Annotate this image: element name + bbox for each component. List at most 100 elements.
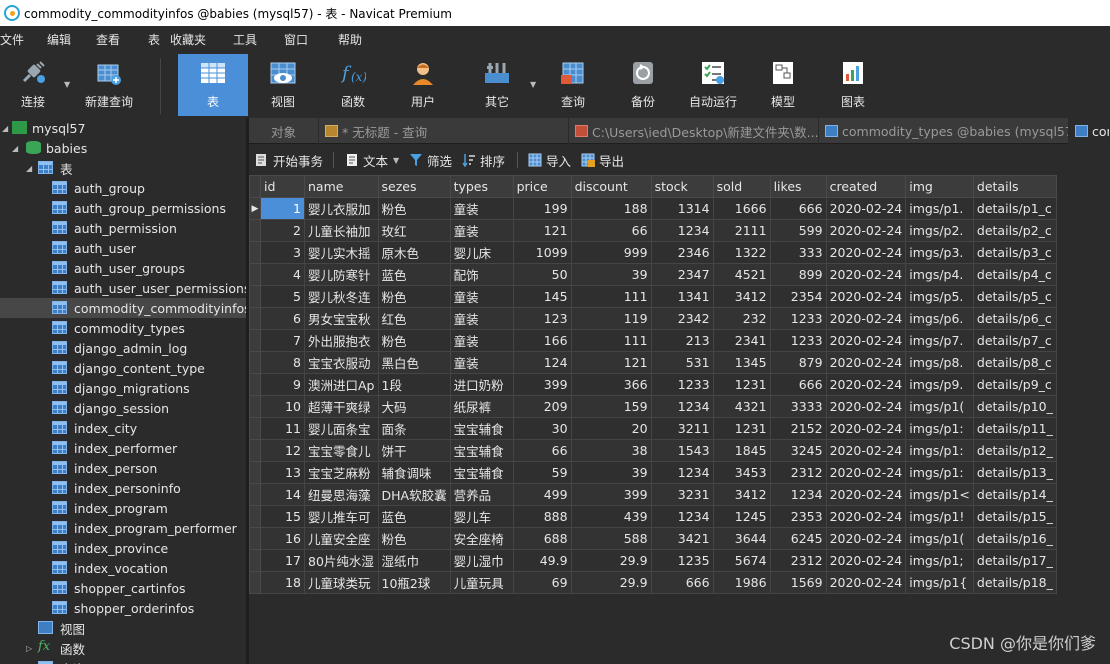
- table-row[interactable]: 8 宝宝衣服动 黑白色 童装 124 121 531 1345 879 2020-02-24 img…: [249, 351, 1057, 374]
- table-cell-id[interactable]: 17: [260, 549, 305, 572]
- table-cell-likes[interactable]: 879: [769, 351, 827, 374]
- table-cell-price[interactable]: 121: [512, 219, 572, 242]
- connect-dropdown-icon[interactable]: ▼: [64, 80, 70, 89]
- table-cell-sezes[interactable]: 蓝色: [377, 505, 451, 528]
- collapse-icon[interactable]: ◢: [2, 124, 8, 133]
- table-cell-likes[interactable]: 899: [769, 263, 827, 286]
- row-selector[interactable]: [249, 307, 261, 330]
- table-cell-created[interactable]: 2020-02-24: [825, 351, 907, 374]
- table-cell-discount[interactable]: 29.9: [570, 549, 652, 572]
- table-row[interactable]: 6 男女宝宝秋 红色 童装 123 119 2342 232 1233 2020-02-24 img…: [249, 307, 1057, 330]
- table-cell-likes[interactable]: 333: [769, 241, 827, 264]
- tree-table-item[interactable]: index_province: [0, 538, 246, 558]
- table-cell-price[interactable]: 199: [512, 197, 572, 220]
- tree-tables-group[interactable]: ◢ 表: [0, 158, 246, 178]
- table-cell-likes[interactable]: 1233: [769, 329, 827, 352]
- row-selector[interactable]: [249, 329, 261, 352]
- table-cell-img[interactable]: imgs/p1;: [905, 549, 974, 572]
- table-cell-discount[interactable]: 29.9: [570, 571, 652, 594]
- table-cell-img[interactable]: imgs/p1<: [905, 483, 974, 506]
- table-cell-sold[interactable]: 3453: [712, 461, 771, 484]
- table-cell-sold[interactable]: 1245: [712, 505, 771, 528]
- table-cell-created[interactable]: 2020-02-24: [825, 263, 907, 286]
- table-cell-sezes[interactable]: 1段: [377, 373, 451, 396]
- table-cell-stock[interactable]: 3211: [650, 417, 714, 440]
- others-dropdown-icon[interactable]: ▼: [530, 80, 536, 89]
- tree-table-item[interactable]: index_city: [0, 418, 246, 438]
- tab-objects[interactable]: 对象: [249, 118, 319, 144]
- table-cell-discount[interactable]: 366: [570, 373, 652, 396]
- table-cell-sold[interactable]: 4521: [712, 263, 771, 286]
- table-cell-id[interactable]: 14: [260, 483, 305, 506]
- table-cell-sezes[interactable]: 湿纸巾: [377, 549, 451, 572]
- table-cell-name[interactable]: 男女宝宝秋: [304, 307, 379, 330]
- tree-table-item[interactable]: auth_permission: [0, 218, 246, 238]
- table-cell-id[interactable]: 7: [260, 329, 305, 352]
- table-cell-id[interactable]: 10: [260, 395, 305, 418]
- table-cell-id[interactable]: 11: [260, 417, 305, 440]
- table-cell-sezes[interactable]: 面条: [377, 417, 451, 440]
- model-button[interactable]: 模型: [750, 54, 816, 116]
- tab-commodity-types[interactable]: commodity_types @babies (mysql57...: [819, 118, 1069, 144]
- table-cell-price[interactable]: 69: [512, 571, 572, 594]
- table-cell-name[interactable]: 宝宝零食儿: [304, 439, 379, 462]
- table-cell-types[interactable]: 童装: [449, 285, 514, 308]
- table-cell-sold[interactable]: 1845: [712, 439, 771, 462]
- tree-table-item[interactable]: shopper_orderinfos: [0, 598, 246, 618]
- table-cell-likes[interactable]: 1233: [769, 307, 827, 330]
- table-row[interactable]: 11 婴儿面条宝 面条 宝宝辅食 30 20 3211 1231 2152 2020-02-24 i…: [249, 417, 1057, 440]
- column-header[interactable]: name: [304, 175, 379, 198]
- table-row[interactable]: 17 80片纯水湿 湿纸巾 婴儿湿巾 49.9 29.9 1235 5674 2312 2020-…: [249, 549, 1057, 572]
- row-selector[interactable]: [249, 483, 261, 506]
- table-cell-details[interactable]: details/p6_c: [972, 307, 1057, 330]
- table-cell-price[interactable]: 166: [512, 329, 572, 352]
- table-row[interactable]: 9 澳洲进口Ap 1段 进口奶粉 399 366 1233 1231 666 2020-02-24…: [249, 373, 1057, 396]
- table-cell-discount[interactable]: 999: [570, 241, 652, 264]
- table-cell-discount[interactable]: 39: [570, 263, 652, 286]
- table-cell-img[interactable]: imgs/p1.: [905, 197, 974, 220]
- table-cell-details[interactable]: details/p2_c: [972, 219, 1057, 242]
- table-cell-sezes[interactable]: 饼干: [377, 439, 451, 462]
- column-header[interactable]: details: [972, 175, 1057, 198]
- table-cell-types[interactable]: 童装: [449, 307, 514, 330]
- table-cell-sold[interactable]: 1231: [712, 373, 771, 396]
- table-cell-types[interactable]: 宝宝辅食: [449, 417, 514, 440]
- table-cell-details[interactable]: details/p3_c: [972, 241, 1057, 264]
- table-cell-stock[interactable]: 1234: [650, 219, 714, 242]
- table-cell-stock[interactable]: 3421: [650, 527, 714, 550]
- row-selector[interactable]: [249, 549, 261, 572]
- table-cell-price[interactable]: 123: [512, 307, 572, 330]
- table-cell-details[interactable]: details/p16_: [972, 527, 1057, 550]
- table-cell-price[interactable]: 145: [512, 285, 572, 308]
- table-row[interactable]: 18 儿童球类玩 10瓶2球 儿童玩具 69 29.9 666 1986 1569 2020-02…: [249, 571, 1057, 594]
- table-cell-id[interactable]: 1: [260, 197, 305, 220]
- table-cell-img[interactable]: imgs/p5.: [905, 285, 974, 308]
- table-cell-discount[interactable]: 111: [570, 329, 652, 352]
- functions-button[interactable]: f (x) 函数: [320, 54, 386, 116]
- chevron-down-icon[interactable]: ▼: [393, 156, 399, 165]
- table-cell-name[interactable]: 宝宝衣服动: [304, 351, 379, 374]
- table-cell-stock[interactable]: 1234: [650, 505, 714, 528]
- table-cell-discount[interactable]: 119: [570, 307, 652, 330]
- table-cell-types[interactable]: 进口奶粉: [449, 373, 514, 396]
- table-cell-name[interactable]: 宝宝芝麻粉: [304, 461, 379, 484]
- row-selector[interactable]: [249, 351, 261, 374]
- table-cell-stock[interactable]: 666: [650, 571, 714, 594]
- table-cell-stock[interactable]: 531: [650, 351, 714, 374]
- tree-connection-mysql57[interactable]: ◢ mysql57: [0, 118, 246, 138]
- table-cell-discount[interactable]: 66: [570, 219, 652, 242]
- table-cell-types[interactable]: 童装: [449, 329, 514, 352]
- table-cell-price[interactable]: 209: [512, 395, 572, 418]
- table-cell-name[interactable]: 婴儿防寒针: [304, 263, 379, 286]
- table-cell-discount[interactable]: 188: [570, 197, 652, 220]
- views-button[interactable]: 视图: [250, 54, 316, 116]
- table-cell-discount[interactable]: 399: [570, 483, 652, 506]
- tab-untitled-query[interactable]: * 无标题 - 查询: [319, 118, 569, 144]
- table-cell-likes[interactable]: 666: [769, 197, 827, 220]
- table-cell-name[interactable]: 婴儿秋冬连: [304, 285, 379, 308]
- table-row[interactable]: 5 婴儿秋冬连 粉色 童装 145 111 1341 3412 2354 2020-02-24 im…: [249, 285, 1057, 308]
- table-cell-created[interactable]: 2020-02-24: [825, 505, 907, 528]
- charts-button[interactable]: 图表: [820, 54, 886, 116]
- table-row[interactable]: 14 纽曼思海藻 DHA软胶囊 营养品 499 399 3231 3412 1234 2020-0…: [249, 483, 1057, 506]
- table-cell-id[interactable]: 12: [260, 439, 305, 462]
